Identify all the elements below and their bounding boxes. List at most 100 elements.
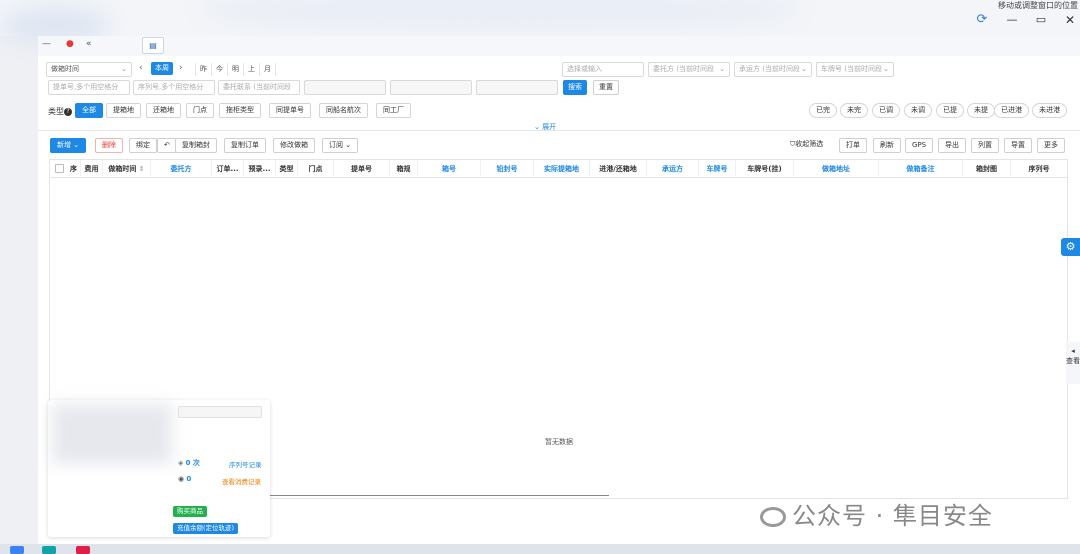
consumption-record-link[interactable]: 查看消费记录 <box>222 476 261 486</box>
col-order[interactable]: 订单... <box>212 160 244 178</box>
prev-arrow-icon[interactable]: ‹ <box>139 63 143 73</box>
status-undone[interactable]: 未完 <box>840 103 868 118</box>
option-select-placeholder: 选择或输入 <box>567 65 602 73</box>
menu-icon[interactable]: — <box>42 39 51 49</box>
col-bill[interactable]: 提单号 <box>334 160 390 178</box>
import-settings-button[interactable]: 导置 <box>1004 138 1032 153</box>
search-button[interactable]: 搜索 <box>563 80 587 95</box>
more-button[interactable]: 更多 <box>1037 138 1065 153</box>
day-month[interactable]: 月 <box>260 63 276 76</box>
col-serial[interactable]: 序列号 <box>1011 160 1067 178</box>
collapse-icon[interactable]: « <box>86 39 92 49</box>
col-return[interactable]: 进港/还箱地 <box>590 160 647 178</box>
maximize-icon[interactable]: ▭ <box>1033 13 1049 27</box>
side-panel-tab[interactable]: ◂ 查看 <box>1066 342 1080 384</box>
refresh-button[interactable]: 刷新 <box>873 138 901 153</box>
undo-icon[interactable]: ↶ <box>157 138 177 153</box>
gear-icon[interactable]: ⚙ <box>1061 238 1080 256</box>
status-dispatched[interactable]: 已调 <box>872 103 900 118</box>
carrier-select[interactable]: 承运方 (当前时间段 ⌄ <box>734 62 812 77</box>
col-container[interactable]: 箱号 <box>418 160 481 178</box>
sort-icon[interactable]: ⇕ <box>139 165 145 173</box>
reset-button[interactable]: 重置 <box>593 80 619 95</box>
status-picked[interactable]: 已提 <box>936 103 964 118</box>
type-chip-container-type[interactable]: 拖柜类型 <box>219 103 261 118</box>
taskbar-app-icon[interactable] <box>42 546 56 554</box>
refresh-icon[interactable]: ⟳ <box>974 13 990 27</box>
help-icon[interactable]: ? <box>64 107 72 116</box>
delete-button[interactable]: 删除 <box>95 138 123 153</box>
client-contact-input[interactable]: 委托联系 (当前时间段 <box>218 80 300 95</box>
type-chip-door[interactable]: 门点 <box>186 103 214 118</box>
chevron-down-icon[interactable]: ⌄ <box>73 141 79 149</box>
col-carrier[interactable]: 承运方 <box>647 160 699 178</box>
toolbar: — ● « ▤ <box>38 36 1080 56</box>
day-yesterday[interactable]: 昨 <box>196 63 212 76</box>
add-button[interactable]: 新增 ⌄ <box>50 138 87 153</box>
blurred-input[interactable] <box>304 80 386 95</box>
day-last[interactable]: 上 <box>244 63 260 76</box>
col-date[interactable]: 做箱时间 ⇕ <box>103 160 151 178</box>
col-remark[interactable]: 做箱备注 <box>879 160 963 178</box>
client-select[interactable]: 委托方 (当前时间段 ⌄ <box>648 62 730 77</box>
col-client[interactable]: 委托方 <box>151 160 212 178</box>
type-chip-return[interactable]: 还箱地 <box>146 103 181 118</box>
column-settings-button[interactable]: 列置 <box>971 138 999 153</box>
next-arrow-icon[interactable]: › <box>179 63 183 73</box>
col-fee[interactable]: 费用 <box>81 160 103 178</box>
col-plate-trailer[interactable]: 车牌号(挂) <box>736 160 794 178</box>
edit-container-button[interactable]: 修改做箱 <box>273 138 315 153</box>
serial-record-link[interactable]: 序列号记录 <box>229 459 262 469</box>
type-label: 类型? <box>48 106 72 117</box>
day-today[interactable]: 今 <box>212 63 228 76</box>
col-plate[interactable]: 车牌号 <box>699 160 736 178</box>
bind-button[interactable]: 绑定 <box>129 138 157 153</box>
status-not-in-port[interactable]: 未进港 <box>1032 103 1067 118</box>
buy-button[interactable]: 购买商品 <box>173 506 207 517</box>
print-button[interactable]: 打单 <box>839 138 867 153</box>
taskbar-app-icon[interactable] <box>76 546 90 554</box>
col-type[interactable]: 类型 <box>276 160 298 178</box>
bill-number-input[interactable]: 提单号,多个用空格分 <box>48 80 130 95</box>
copy-order-button[interactable]: 复制订单 <box>224 138 266 153</box>
col-index[interactable]: 序 <box>67 160 81 178</box>
day-tomorrow[interactable]: 明 <box>228 63 244 76</box>
col-seal[interactable]: 铅封号 <box>481 160 534 178</box>
collapse-filter-button[interactable]: ⛉收起筛选 <box>784 138 830 153</box>
serial-number-input[interactable]: 序列号,多个用空格分 <box>133 80 215 95</box>
date-field-select[interactable]: 做箱时间 ⌄ <box>46 62 132 77</box>
col-spec[interactable]: 箱规 <box>390 160 418 178</box>
close-icon[interactable]: ✕ <box>1062 13 1078 27</box>
export-button[interactable]: 导出 <box>938 138 966 153</box>
minimize-icon[interactable]: — <box>1004 13 1020 27</box>
type-chip-same-voyage[interactable]: 同船名航次 <box>319 103 368 118</box>
option-select[interactable]: 选择或输入 <box>562 62 644 77</box>
type-chip-same-bill[interactable]: 同提单号 <box>269 103 311 118</box>
horizontal-scrollbar[interactable] <box>268 495 609 496</box>
col-prerecord[interactable]: 预录... <box>244 160 276 178</box>
status-unpicked[interactable]: 未提 <box>967 103 995 118</box>
document-tab-icon[interactable]: ▤ <box>142 37 164 54</box>
blurred-input[interactable] <box>178 406 262 418</box>
plate-select[interactable]: 车牌号 (当前时间段 ⌄ <box>816 62 894 77</box>
blurred-input[interactable] <box>390 80 472 95</box>
this-week-button[interactable]: 本周 <box>151 62 173 75</box>
taskbar-app-icon[interactable] <box>10 546 24 554</box>
type-chip-same-factory[interactable]: 同工厂 <box>376 103 411 118</box>
blurred-input[interactable] <box>476 80 558 95</box>
recharge-button[interactable]: 充值余额(定位轨迹) <box>173 523 239 534</box>
status-done[interactable]: 已完 <box>809 103 837 118</box>
type-chip-pickup[interactable]: 提箱地 <box>106 103 141 118</box>
select-all-checkbox[interactable] <box>55 164 64 173</box>
col-seal-image[interactable]: 箱封图 <box>963 160 1011 178</box>
gps-button[interactable]: GPS <box>905 138 934 153</box>
col-address[interactable]: 做箱地址 <box>794 160 879 178</box>
type-chip-all[interactable]: 全部 <box>75 103 103 118</box>
status-in-port[interactable]: 已进港 <box>994 103 1029 118</box>
col-pickup[interactable]: 实际提箱地 <box>534 160 590 178</box>
record-icon[interactable]: ● <box>66 39 74 49</box>
status-undispatched[interactable]: 未调 <box>904 103 932 118</box>
copy-seal-button[interactable]: 复制箱封 <box>175 138 217 153</box>
col-door[interactable]: 门点 <box>298 160 334 178</box>
subscribe-button[interactable]: 订阅 ⌄ <box>322 138 359 153</box>
